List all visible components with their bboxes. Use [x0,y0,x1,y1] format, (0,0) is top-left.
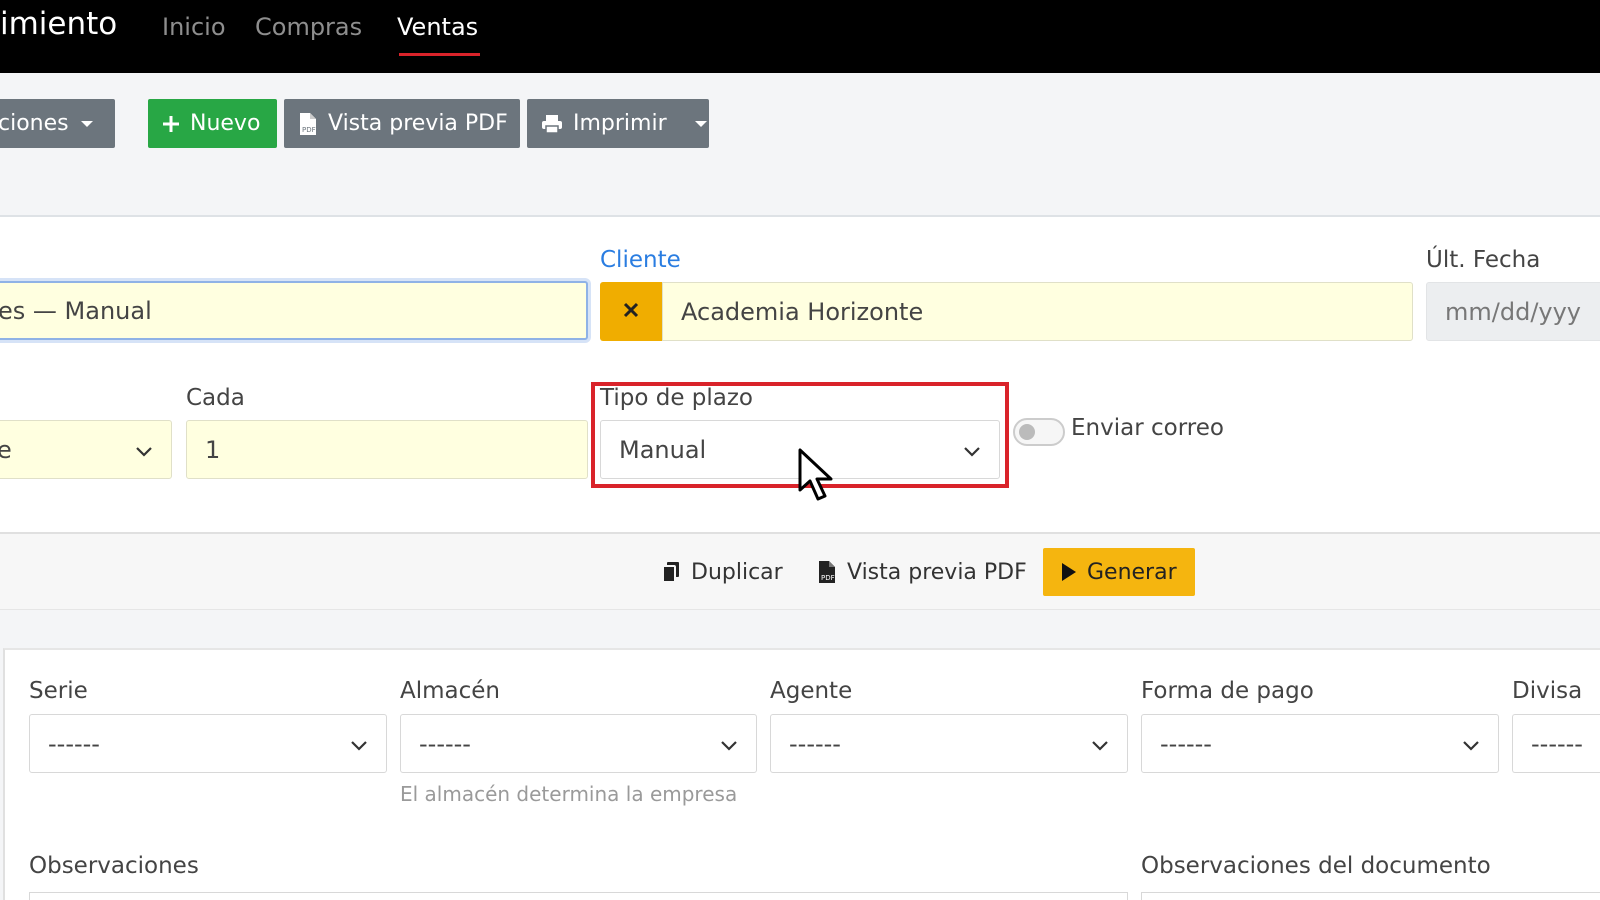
caret-down-icon [80,120,93,127]
divisa-label: Divisa [1512,678,1583,704]
brand-title[interactable]: imiento [0,6,117,42]
cliente-input[interactable]: Academia Horizonte [662,282,1413,341]
nav-link-ventas[interactable]: Ventas [397,13,481,56]
toggle-knob [1019,424,1035,440]
almacen-select[interactable]: ------ [400,714,757,773]
play-icon [1061,562,1077,582]
duplicar-label: Duplicar [691,559,783,585]
new-button[interactable]: Nuevo [148,99,277,148]
generar-label: Generar [1087,559,1177,585]
close-icon [622,301,640,323]
cliente-label: Cliente [600,247,681,273]
agente-label: Agente [770,678,853,704]
plus-icon [162,115,180,133]
top-navbar: imiento Inicio Compras Ventas [0,0,1600,73]
nav-link-compras[interactable]: Compras [255,13,362,41]
new-label: Nuevo [190,111,261,136]
serie-select[interactable]: ------ [29,714,387,773]
copy-icon [661,561,681,583]
enviar-correo-label: Enviar correo [1071,415,1224,441]
almacen-value: ------ [419,729,471,758]
ult-fecha-input[interactable]: mm/dd/yyy [1426,282,1600,341]
divisa-select[interactable]: ------ [1512,714,1600,773]
action-bar [0,532,1600,610]
frequency-value: e [0,435,12,464]
chevron-down-icon [350,730,368,758]
duplicar-button[interactable]: Duplicar [661,548,783,596]
forma-pago-label: Forma de pago [1141,678,1314,704]
chevron-down-icon [1462,730,1480,758]
cada-label: Cada [186,385,245,411]
frequency-select[interactable]: e [0,420,172,479]
observaciones-textarea[interactable] [29,892,1128,900]
forma-pago-value: ------ [1160,729,1212,758]
printer-icon [541,114,563,134]
agente-value: ------ [789,729,841,758]
almacen-label: Almacén [400,678,500,704]
chevron-down-icon [720,730,738,758]
pdf-preview-label: Vista previa PDF [328,111,508,136]
clear-cliente-button[interactable] [600,282,662,341]
options-label: ciones [0,111,69,136]
mouse-cursor-icon [798,448,842,508]
print-dropdown-button[interactable]: Imprimir [527,99,709,148]
almacen-hint: El almacén determina la empresa [400,782,738,806]
name-input[interactable]: es — Manual [0,281,588,340]
generar-button[interactable]: Generar [1043,548,1195,596]
ult-fecha-label: Últ. Fecha [1426,247,1541,273]
svg-text:PDF: PDF [302,126,316,134]
serie-value: ------ [48,729,100,758]
agente-select[interactable]: ------ [770,714,1128,773]
chevron-down-icon [135,436,153,464]
pdf-preview-action-button[interactable]: PDF Vista previa PDF [817,548,1027,596]
enviar-correo-toggle[interactable] [1013,418,1065,446]
chevron-down-icon [1091,730,1109,758]
options-dropdown-button[interactable]: ciones [0,99,115,148]
svg-text:PDF: PDF [821,574,835,582]
observaciones-doc-textarea[interactable] [1141,892,1600,900]
caret-down-icon [694,120,707,127]
cada-input[interactable]: 1 [186,420,588,479]
pdf-file-icon: PDF [298,112,318,136]
nav-link-inicio[interactable]: Inicio [162,13,226,41]
pdf-preview-button[interactable]: PDF Vista previa PDF [284,99,520,148]
divisa-value: ------ [1531,729,1583,758]
pdf-file-icon: PDF [817,560,837,584]
print-label: Imprimir [573,111,667,136]
forma-pago-select[interactable]: ------ [1141,714,1499,773]
serie-label: Serie [29,678,88,704]
observaciones-doc-label: Observaciones del documento [1141,853,1491,879]
observaciones-label: Observaciones [29,853,199,879]
pdf-preview-action-label: Vista previa PDF [847,559,1027,585]
